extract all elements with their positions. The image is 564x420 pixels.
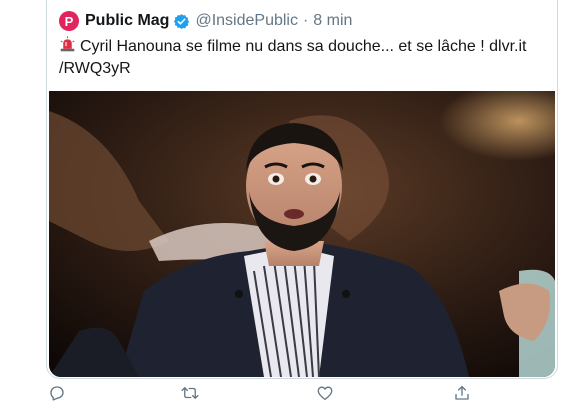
tweet-header: P Public Mag @InsidePublic · 8 min xyxy=(59,8,352,34)
timestamp[interactable]: 8 min xyxy=(313,12,352,30)
tweet-image[interactable] xyxy=(49,91,555,377)
police-light-emoji-icon xyxy=(59,36,76,59)
like-icon xyxy=(316,384,334,402)
separator-dot: · xyxy=(302,12,309,29)
share-button[interactable] xyxy=(453,384,471,402)
avatar[interactable]: P xyxy=(59,11,79,31)
tweet-actions xyxy=(46,384,556,410)
reply-button[interactable] xyxy=(48,384,66,402)
tweet-text: Cyril Hanouna se filme nu dans sa douche… xyxy=(59,36,549,79)
verified-badge-icon xyxy=(173,13,190,30)
tweet-quote-card[interactable]: P Public Mag @InsidePublic · 8 min Cyril… xyxy=(46,0,558,379)
retweet-icon xyxy=(180,384,200,402)
reply-icon xyxy=(48,384,66,402)
tweet-photo xyxy=(49,91,555,377)
like-button[interactable] xyxy=(316,384,334,402)
author-handle[interactable]: @InsidePublic xyxy=(195,12,298,30)
share-icon xyxy=(453,384,471,402)
tweet-text-line1: Cyril Hanouna se filme nu dans sa douche… xyxy=(80,38,527,55)
retweet-button[interactable] xyxy=(180,384,200,402)
tweet-text-line2[interactable]: /RWQ3yR xyxy=(59,60,131,77)
author-name[interactable]: Public Mag xyxy=(85,12,169,30)
